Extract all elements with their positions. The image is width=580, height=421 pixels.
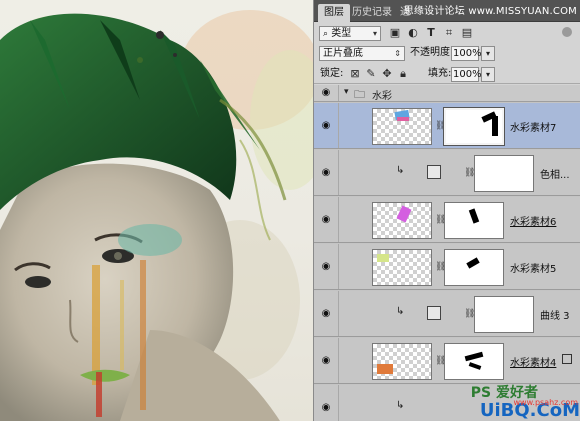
layer-row[interactable]: ◉ ↳ ⛓︎ 曲线 3 xyxy=(314,291,580,337)
hue-saturation-icon[interactable] xyxy=(427,165,441,179)
opacity-input[interactable]: 100% xyxy=(451,46,482,61)
layers-list: ◉ ▾ 🗀︎ 水彩 ◉ ⛓︎ 水彩素材7 ◉ ↳ ⛓︎ 色相... ◉ ⛓︎ 水… xyxy=(314,85,580,421)
link-icon[interactable]: ⛓︎ xyxy=(435,214,446,226)
opacity-dropdown-button[interactable]: ▾ xyxy=(481,46,495,61)
layer-mask-thumbnail[interactable] xyxy=(444,202,504,239)
filter-kind-label: 类型 xyxy=(331,28,352,39)
opacity-label: 不透明度: xyxy=(410,47,454,58)
layer-thumbnail[interactable] xyxy=(372,108,432,145)
lock-all-icon[interactable]: 🔒︎ xyxy=(396,67,410,81)
layer-thumbnail[interactable] xyxy=(372,343,432,380)
lock-row: 锁定: ⊠ ✎ ✥ 🔒︎ 填充: 100% ▾ xyxy=(314,64,580,84)
layer-name[interactable]: 水彩素材4 xyxy=(510,354,556,369)
fill-input[interactable]: 100% xyxy=(451,67,482,82)
filter-adjustment-icon[interactable]: ◐ xyxy=(406,26,420,40)
artwork-woman-watercolor xyxy=(0,10,313,421)
visibility-eye-icon[interactable]: ◉ xyxy=(320,355,332,367)
eye-cell: ◉ xyxy=(314,85,339,101)
visibility-eye-icon[interactable]: ◉ xyxy=(320,167,332,179)
curves-icon[interactable] xyxy=(427,306,441,320)
blend-row: 正片叠底 ⇕ 不透明度: 100% ▾ xyxy=(314,43,580,63)
layer-name[interactable]: 色相... xyxy=(540,166,570,181)
clipping-arrow-icon: ↳ xyxy=(396,306,405,317)
layer-mask-thumbnail[interactable] xyxy=(444,343,504,380)
filter-kind-select[interactable]: ⌕ 类型 ▾ xyxy=(319,26,381,41)
link-icon[interactable]: ⛓︎ xyxy=(464,167,475,179)
visibility-eye-icon[interactable]: ◉ xyxy=(320,87,332,99)
filter-toggle-icon[interactable] xyxy=(562,27,572,37)
layers-panel: 图层 历史记录 通 思缘设计论坛 www.MISSYUAN.COM ⌕ 类型 ▾… xyxy=(313,0,580,421)
eye-cell: ◉ xyxy=(314,291,339,336)
link-icon[interactable]: ⛓︎ xyxy=(435,120,446,132)
visibility-eye-icon[interactable]: ◉ xyxy=(320,214,332,226)
fill-label: 填充: xyxy=(428,68,452,79)
filter-row: ⌕ 类型 ▾ ▣ ◐ T ⌗ ▤ xyxy=(314,23,580,43)
chevron-updown-icon: ⇕ xyxy=(394,49,401,58)
clipping-arrow-icon: ↳ xyxy=(396,165,405,176)
eye-cell: ◉ xyxy=(314,244,339,289)
eye-cell: ◉ xyxy=(314,103,339,148)
link-icon[interactable]: ⛓︎ xyxy=(435,355,446,367)
visibility-eye-icon[interactable]: ◉ xyxy=(320,308,332,320)
lock-image-icon[interactable]: ✎ xyxy=(364,67,378,81)
clipping-arrow-icon: ↳ xyxy=(396,400,405,411)
layer-row[interactable]: ◉ ⛓︎ 水彩素材6 xyxy=(314,197,580,243)
chevron-down-icon: ▾ xyxy=(372,29,377,38)
lock-position-icon[interactable]: ✥ xyxy=(380,67,394,81)
layer-name[interactable]: 曲线 3 xyxy=(540,307,570,322)
layer-mask-thumbnail[interactable] xyxy=(443,107,505,146)
link-icon[interactable]: ⛓︎ xyxy=(435,261,446,273)
layer-row[interactable]: ◉ ↳ ⛓︎ 色相... xyxy=(314,150,580,196)
layer-name[interactable]: 水彩素材5 xyxy=(510,260,556,275)
layer-mask-thumbnail[interactable] xyxy=(444,249,504,286)
filter-shape-icon[interactable]: ⌗ xyxy=(442,26,456,40)
lock-transparent-icon[interactable]: ⊠ xyxy=(348,67,362,81)
eye-cell: ◉ xyxy=(314,338,339,383)
watermark-bottom: PS 爱好者 UiBQ.CoM www.psahz.com xyxy=(464,376,580,421)
layer-row[interactable]: ◉ ⛓︎ 水彩素材5 xyxy=(314,244,580,290)
tab-history[interactable]: 历史记录 xyxy=(346,4,398,22)
watermark-url: www.psahz.com xyxy=(513,398,578,407)
image-canvas[interactable] xyxy=(0,0,313,421)
lock-label: 锁定: xyxy=(320,68,344,79)
watermark-top: 思缘设计论坛 www.MISSYUAN.COM xyxy=(403,6,577,17)
layer-thumbnail[interactable] xyxy=(372,249,432,286)
eye-cell: ◉ xyxy=(314,197,339,242)
group-expand-icon[interactable]: ▾ xyxy=(344,87,349,97)
fill-dropdown-button[interactable]: ▾ xyxy=(481,67,495,82)
smart-object-icon xyxy=(562,354,572,364)
filter-smart-object-icon[interactable]: ▤ xyxy=(460,26,474,40)
search-icon: ⌕ xyxy=(323,29,329,39)
eye-cell: ◉ xyxy=(314,385,339,421)
panel-tabbar: 图层 历史记录 通 思缘设计论坛 www.MISSYUAN.COM xyxy=(314,0,580,22)
opacity-value: 100% xyxy=(453,48,482,59)
visibility-eye-icon[interactable]: ◉ xyxy=(320,261,332,273)
visibility-eye-icon[interactable]: ◉ xyxy=(320,402,332,414)
blend-mode-value: 正片叠底 xyxy=(323,48,363,59)
eye-cell: ◉ xyxy=(314,150,339,195)
layer-name[interactable]: 水彩素材6 xyxy=(510,213,556,228)
layer-row[interactable]: ◉ ⛓︎ 水彩素材7 xyxy=(314,103,580,149)
fill-value: 100% xyxy=(453,69,482,80)
link-icon[interactable]: ⛓︎ xyxy=(464,308,475,320)
group-name: 水彩 xyxy=(372,91,392,102)
layer-mask-thumbnail[interactable] xyxy=(474,155,534,192)
blend-mode-select[interactable]: 正片叠底 ⇕ xyxy=(319,46,405,61)
group-row[interactable]: ◉ ▾ 🗀︎ 水彩 xyxy=(314,85,580,102)
filter-pixel-icon[interactable]: ▣ xyxy=(388,26,402,40)
layer-name[interactable]: 水彩素材7 xyxy=(510,119,556,134)
filter-type-icon[interactable]: T xyxy=(424,26,438,40)
layer-thumbnail[interactable] xyxy=(372,202,432,239)
layer-mask-thumbnail[interactable] xyxy=(474,296,534,333)
visibility-eye-icon[interactable]: ◉ xyxy=(320,120,332,132)
